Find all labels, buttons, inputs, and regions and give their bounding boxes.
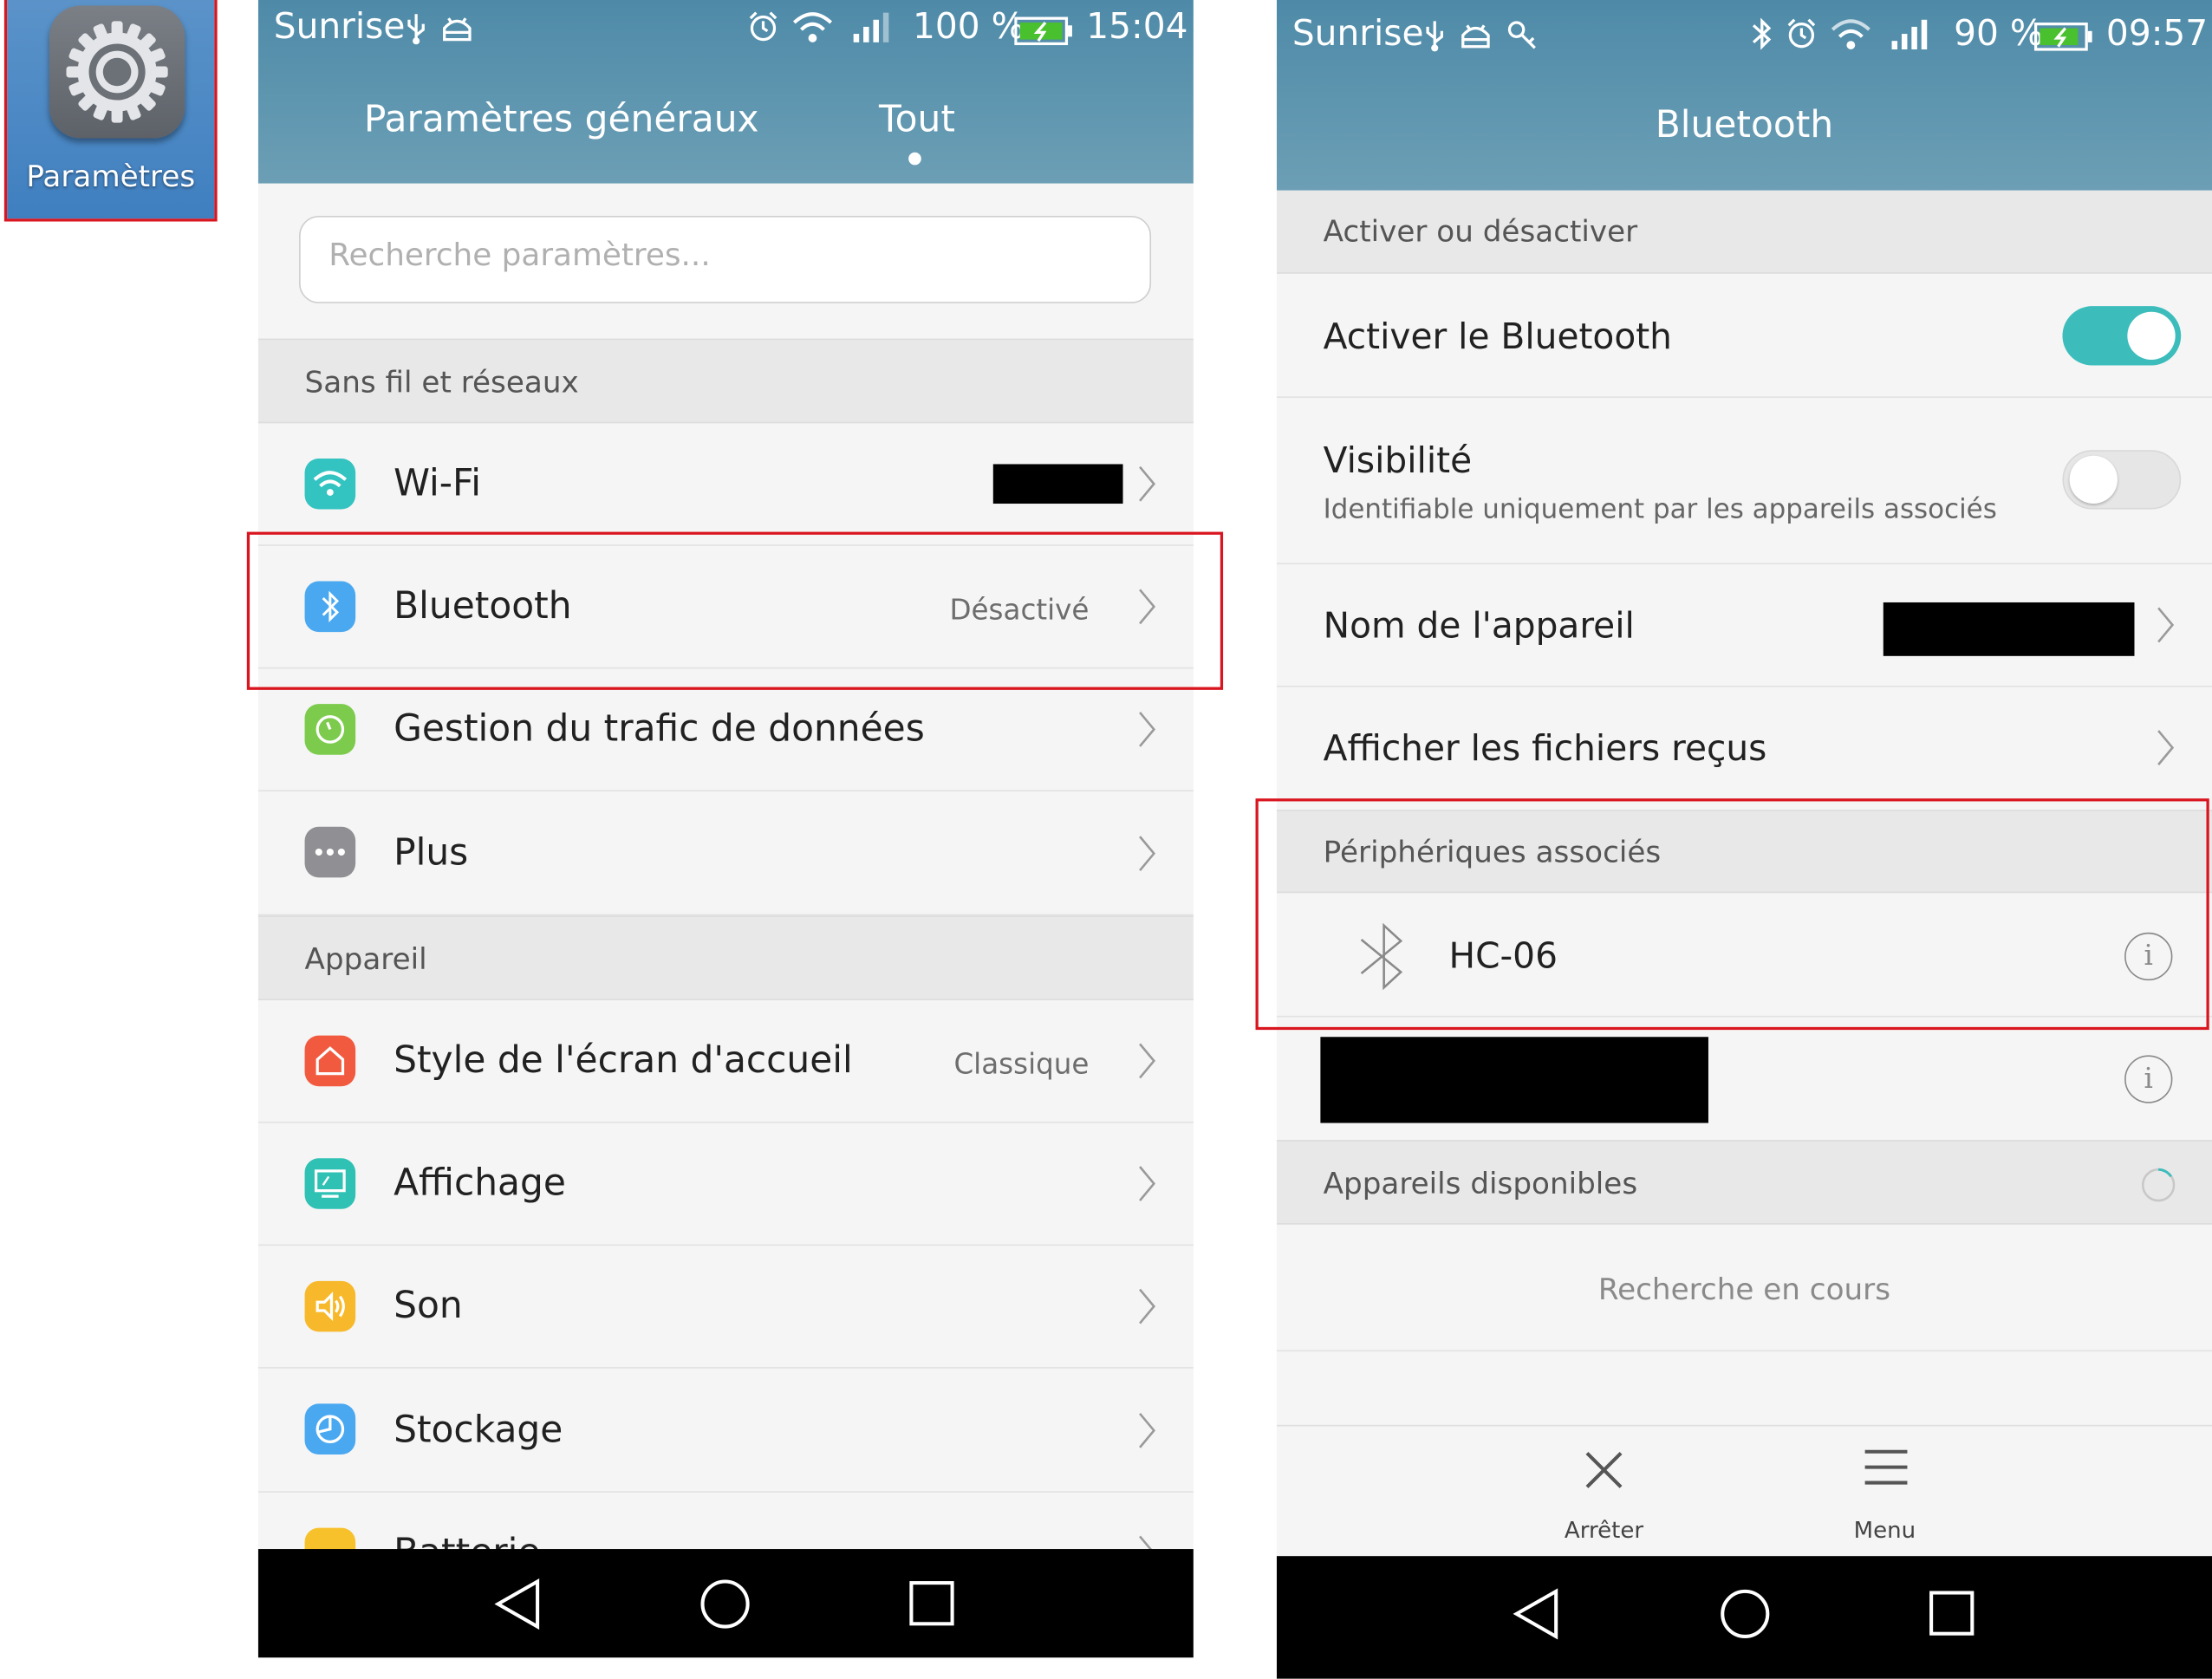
section-header-toggle: Activer ou désactiver	[1276, 190, 2212, 274]
settings-app-label: Paramètres	[26, 159, 196, 193]
bluetooth-toggle[interactable]	[2062, 306, 2182, 366]
section-header-device: Appareil	[257, 915, 1194, 1000]
bottom-action-bar: Arrêter Menu	[1276, 1424, 2212, 1557]
usb-icon	[405, 11, 427, 54]
recent-apps-icon[interactable]	[908, 1580, 956, 1634]
close-icon	[1585, 1451, 1623, 1488]
chevron-right-icon	[1137, 464, 1157, 509]
searching-text: Recherche en cours	[1597, 1272, 1891, 1307]
battery-percent: 100 %	[913, 5, 1025, 47]
highlight-paired-devices	[1255, 798, 2209, 1031]
navigation-bar	[1276, 1556, 2212, 1679]
chevron-right-icon	[1137, 834, 1157, 879]
section-header-wireless: Sans fil et réseaux	[257, 338, 1194, 424]
wifi-status-icon	[1830, 17, 1872, 60]
data-usage-icon	[304, 704, 356, 755]
battery-percent: 90 %	[1954, 12, 2044, 54]
key-icon	[1506, 18, 1539, 61]
sound-icon	[304, 1280, 356, 1332]
visibility-toggle[interactable]	[2062, 450, 2182, 510]
tab-general[interactable]: Paramètres généraux	[364, 99, 759, 141]
navigation-bar	[257, 1549, 1194, 1658]
menu-button[interactable]: Menu	[1786, 1426, 1983, 1557]
menu-icon	[1864, 1449, 1908, 1485]
alarm-icon	[746, 10, 780, 52]
battery-icon	[1014, 14, 1073, 55]
device-info-icon[interactable]: i	[2124, 1055, 2173, 1103]
tab-all[interactable]: Tout	[879, 99, 955, 141]
clock: 15:04	[1086, 5, 1188, 47]
received-files-row[interactable]: Afficher les fichiers reçus	[1277, 687, 2212, 810]
chevron-right-icon	[1137, 1041, 1157, 1086]
settings-item-storage[interactable]: Stockage	[257, 1369, 1194, 1493]
visibility-row[interactable]: Visibilité Identifiable uniquement par l…	[1276, 398, 2212, 565]
display-icon	[304, 1158, 356, 1209]
settings-item-wifi[interactable]: Wi-Fi	[257, 423, 1194, 546]
settings-screen: Sunrise 100 % 15:04 Paramètres généraux …	[257, 0, 1194, 1658]
home-icon	[304, 1035, 356, 1087]
signal-icon	[850, 10, 890, 52]
searching-row: Recherche en cours	[1276, 1225, 2212, 1352]
settings-item-more[interactable]: Plus	[257, 791, 1194, 916]
settings-item-display[interactable]: Affichage	[257, 1123, 1194, 1246]
alarm-icon	[1785, 17, 1818, 60]
settings-search[interactable]	[299, 216, 1152, 303]
recent-apps-icon[interactable]	[1929, 1590, 1976, 1643]
enable-bluetooth-row[interactable]: Activer le Bluetooth	[1276, 274, 2212, 398]
chevron-right-icon	[2156, 728, 2176, 773]
section-header-available: Appareils disponibles	[1276, 1140, 2212, 1225]
back-icon[interactable]	[1511, 1587, 1562, 1646]
status-bar: Sunrise	[1277, 0, 2212, 56]
redacted-device	[1320, 1037, 1708, 1123]
settings-item-sound[interactable]: Son	[257, 1246, 1194, 1369]
chevron-right-icon	[2156, 605, 2176, 650]
storage-icon	[304, 1403, 356, 1455]
usb-icon	[1423, 18, 1446, 61]
home-nav-icon[interactable]	[699, 1578, 752, 1637]
active-tab-indicator	[908, 152, 921, 166]
settings-item-home-style[interactable]: Style de l'écran d'accueil Classique	[257, 1000, 1194, 1123]
settings-tabs: Paramètres généraux Tout	[258, 93, 1194, 178]
settings-header: Sunrise 100 % 15:04 Paramètres généraux …	[257, 0, 1194, 184]
battery-icon	[2033, 20, 2093, 61]
page-title: Bluetooth	[1655, 104, 1834, 147]
back-icon[interactable]	[492, 1578, 543, 1637]
android-debug-icon	[1457, 19, 1493, 60]
device-name-row[interactable]: Nom de l'appareil	[1276, 564, 2212, 687]
redacted-device-name	[1883, 602, 2135, 656]
chevron-right-icon	[1137, 1411, 1157, 1456]
carrier-name: Sunrise	[1291, 12, 1424, 54]
clock: 09:57	[2105, 12, 2209, 54]
settings-gear-icon	[49, 5, 185, 139]
bluetooth-header: Sunrise 90 % 09:57 Bluetooth	[1276, 0, 2212, 191]
carrier-name: Sunrise	[273, 5, 406, 47]
home-style-value: Classique	[953, 1046, 1090, 1081]
chevron-right-icon	[1137, 710, 1157, 755]
home-nav-icon[interactable]	[1718, 1587, 1772, 1646]
stop-button[interactable]: Arrêter	[1506, 1426, 1703, 1557]
signal-icon	[1889, 17, 1929, 60]
bluetooth-status-icon	[1751, 17, 1773, 60]
wifi-icon	[304, 458, 356, 510]
android-debug-icon	[439, 12, 475, 53]
settings-app-icon[interactable]: Paramètres	[3, 0, 218, 222]
loading-spinner-icon	[2138, 1165, 2178, 1212]
chevron-right-icon	[1137, 1164, 1157, 1209]
search-input[interactable]	[325, 237, 1122, 276]
highlight-bluetooth-row	[246, 531, 1224, 690]
chevron-right-icon	[1137, 1286, 1157, 1331]
more-icon	[304, 826, 356, 878]
redacted-wifi-network	[992, 464, 1123, 504]
wifi-status-icon	[791, 10, 834, 52]
paired-device-row-redacted[interactable]: i	[1277, 1017, 2212, 1140]
status-bar: Sunrise	[258, 0, 1194, 56]
